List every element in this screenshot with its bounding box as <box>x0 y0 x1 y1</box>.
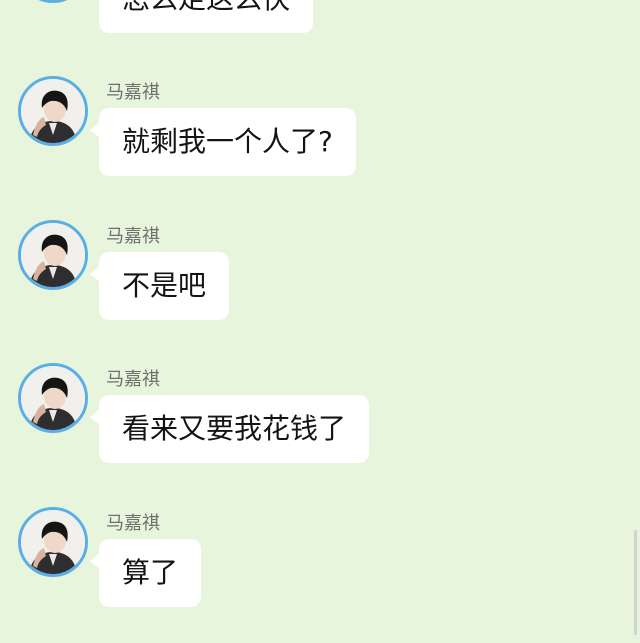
sender-name: 马嘉祺 <box>106 513 160 534</box>
chat-message: 马嘉祺 看来又要我花钱了 <box>0 363 640 499</box>
avatar-photo-icon <box>21 366 85 430</box>
message-bubble[interactable]: 就剩我一个人了? <box>90 108 356 176</box>
chat-message: 马嘉祺 不是吧 <box>0 220 640 356</box>
scrollbar[interactable] <box>634 530 637 635</box>
message-bubble[interactable]: 不是吧 <box>89 252 230 320</box>
message-bubble[interactable]: 看来又要我花钱了 <box>89 395 370 463</box>
avatar-photo-icon <box>21 79 85 143</box>
avatar[interactable] <box>18 0 88 3</box>
avatar[interactable] <box>18 507 88 577</box>
message-bubble[interactable]: 怎么走这么快 <box>99 0 314 33</box>
chat-view[interactable]: 怎么走这么快 马嘉祺 就剩我一个人了? <box>0 0 640 640</box>
avatar[interactable] <box>18 363 88 433</box>
avatar-photo-icon <box>21 223 85 287</box>
sender-name: 马嘉祺 <box>106 369 160 390</box>
avatar[interactable] <box>18 76 88 146</box>
avatar[interactable] <box>18 220 88 290</box>
chat-message: 马嘉祺 就剩我一个人了? <box>0 76 640 212</box>
sender-name: 马嘉祺 <box>106 226 160 247</box>
chat-message: 怎么走这么快 <box>0 0 640 69</box>
message-bubble[interactable]: 算了 <box>89 539 202 607</box>
avatar-photo-icon <box>21 510 85 574</box>
chat-message: 马嘉祺 算了 <box>0 507 640 643</box>
sender-name: 马嘉祺 <box>106 82 160 103</box>
